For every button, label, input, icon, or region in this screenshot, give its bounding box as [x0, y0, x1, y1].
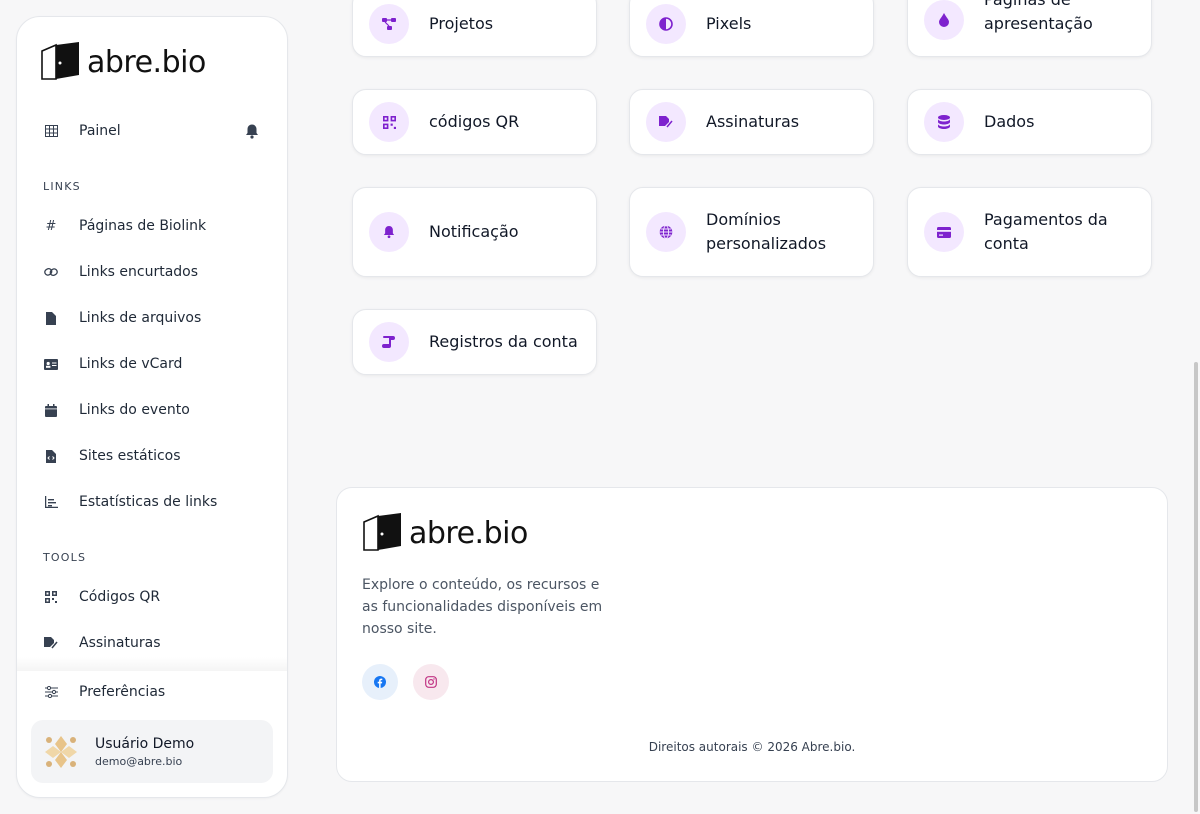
sidebar-item-short-links[interactable]: Links encurtados [43, 257, 269, 287]
sidebar-item-label: Estatísticas de links [79, 494, 218, 510]
sidebar-item-file-links[interactable]: Links de arquivos [43, 303, 269, 333]
vcard-icon [43, 356, 59, 372]
page-scrollbar[interactable] [1194, 362, 1198, 812]
notifications-bell-icon[interactable] [245, 124, 261, 140]
sidebar-item-label: Códigos QR [79, 589, 161, 605]
droplet-icon [924, 0, 964, 40]
card-splash-pages[interactable]: Páginas de apresentação [907, 0, 1152, 57]
sidebar-item-dashboard[interactable]: Painel [43, 116, 269, 146]
card-label: Páginas de apresentação [984, 0, 1093, 33]
bell-icon [369, 212, 409, 252]
project-diagram-icon [369, 3, 409, 44]
user-menu[interactable]: Usuário Demo demo@abre.bio [31, 720, 273, 783]
card-label: códigos QR [429, 112, 520, 131]
copyright-text: Direitos autorais © 2026 Abre.bio. [648, 740, 856, 754]
globe-icon [646, 212, 686, 252]
card-label: Pixels [706, 13, 752, 33]
table-icon [43, 123, 59, 139]
door-logo-icon [363, 513, 401, 551]
card-label: Domínios personalizados [706, 210, 827, 253]
sliders-icon [43, 684, 59, 700]
sidebar-item-label: Sites estáticos [79, 448, 181, 464]
file-icon [43, 310, 59, 326]
adjust-icon [646, 3, 686, 44]
footer-description: Explore o conteúdo, os recursos e as fun… [362, 577, 603, 637]
card-signatures[interactable]: Assinaturas [629, 89, 874, 155]
link-icon [43, 264, 59, 280]
signature-icon [646, 102, 686, 142]
qr-icon [369, 102, 409, 142]
card-notifications[interactable]: Notificação [352, 187, 597, 277]
facebook-link[interactable] [362, 664, 398, 700]
sidebar-item-event-links[interactable]: Links do evento [43, 395, 269, 425]
sidebar-item-label: Links de vCard [79, 356, 183, 372]
card-data[interactable]: Dados [907, 89, 1152, 155]
database-icon [924, 102, 964, 142]
scroll-icon [369, 322, 409, 362]
facebook-icon [374, 676, 386, 688]
card-account-payments[interactable]: Pagamentos da conta [907, 187, 1152, 277]
sidebar-item-qr-codes[interactable]: Códigos QR [43, 582, 269, 612]
sidebar-item-label: Painel [79, 123, 121, 139]
sidebar-item-label: Preferências [79, 684, 166, 700]
footer-brand-name: abre.bio [409, 515, 528, 551]
brand-name: abre.bio [87, 44, 206, 80]
sidebar-item-label: Links de arquivos [79, 310, 202, 326]
qr-icon [43, 589, 59, 605]
card-projects[interactable]: Projetos [352, 0, 597, 57]
sidebar-item-vcard-links[interactable]: Links de vCard [43, 349, 269, 379]
avatar [43, 733, 79, 770]
sidebar-item-label: Páginas de Biolink [79, 218, 207, 234]
calendar-icon [43, 402, 59, 418]
card-label: Projetos [429, 13, 494, 33]
card-qr-codes[interactable]: códigos QR [352, 89, 597, 155]
sidebar-item-static-sites[interactable]: Sites estáticos [43, 441, 269, 471]
signature-icon [43, 635, 59, 651]
links-section-label: LINKS [43, 180, 81, 193]
footer-brand-logo[interactable]: abre.bio [361, 512, 528, 554]
sidebar-item-preferences[interactable]: Preferências [43, 677, 269, 707]
card-pixels[interactable]: Pixels [629, 0, 874, 57]
user-name: Usuário Demo [95, 735, 195, 752]
footer: abre.bio Explore o conteúdo, os recursos… [336, 487, 1168, 782]
instagram-icon [425, 676, 437, 688]
scroll-fade [17, 657, 287, 671]
sidebar: abre.bio Painel LINKS # Páginas de Bioli… [16, 16, 288, 798]
instagram-link[interactable] [413, 664, 449, 700]
card-account-logs[interactable]: Registros da conta [352, 309, 597, 375]
card-label: Notificação [429, 222, 519, 241]
card-label: Assinaturas [706, 112, 800, 131]
hash-icon: # [45, 218, 57, 234]
sidebar-item-biolink[interactable]: # Páginas de Biolink [43, 211, 269, 241]
sidebar-item-signatures[interactable]: Assinaturas [43, 628, 269, 658]
credit-card-icon [924, 212, 964, 252]
sidebar-item-label: Assinaturas [79, 635, 161, 651]
card-label: Pagamentos da conta [984, 210, 1108, 253]
file-code-icon [43, 448, 59, 464]
card-custom-domains[interactable]: Domínios personalizados [629, 187, 874, 277]
user-email: demo@abre.bio [95, 754, 183, 768]
door-logo-icon [41, 42, 79, 80]
sidebar-item-label: Links encurtados [79, 264, 199, 280]
brand-logo[interactable]: abre.bio [39, 41, 206, 83]
card-label: Dados [984, 112, 1035, 131]
sidebar-item-link-stats[interactable]: Estatísticas de links [43, 487, 269, 517]
card-label: Registros da conta [429, 332, 578, 351]
chart-icon [43, 494, 59, 510]
sidebar-item-label: Links do evento [79, 402, 190, 418]
tools-section-label: TOOLS [43, 551, 87, 564]
